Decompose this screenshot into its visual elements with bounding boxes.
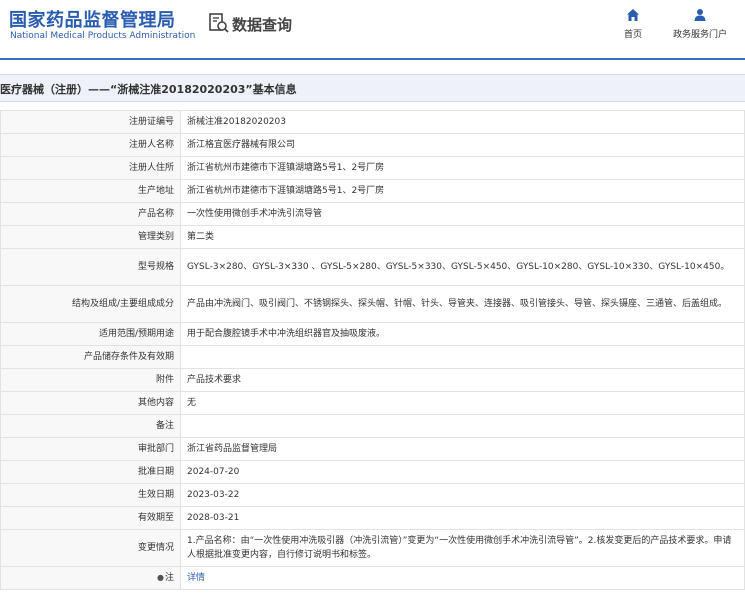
field-value: 第二类	[180, 225, 745, 249]
field-value: 产品由冲洗阀门、吸引阀门、不锈钢探头、探头帽、针帽、针头、导管夹、连接器、吸引管…	[180, 285, 745, 323]
field-value: 2024-07-20	[180, 460, 745, 484]
field-value: 浙江省药品监督管理局	[180, 437, 745, 461]
nav-service-portal-label: 政务服务门户	[672, 30, 727, 40]
search-document-icon	[208, 12, 230, 37]
field-label: 有效期至	[0, 506, 181, 530]
table-row: 生产地址 浙江省杭州市建德市下涯镇湖塘路5号1、2号厂房	[0, 179, 745, 203]
nav-home-label: 首页	[623, 30, 642, 40]
field-value: 浙江省杭州市建德市下涯镇湖塘路5号1、2号厂房	[180, 156, 745, 180]
record-title-bar: 医疗器械（注册）——“浙械注准20182020203”基本信息	[0, 74, 745, 102]
user-icon	[670, 8, 730, 22]
table-row: 变更情况 1.产品名称：由“一次性使用冲洗吸引器（冲洗引流管）”变更为“一次性使用…	[0, 529, 745, 567]
field-label: 批准日期	[0, 460, 181, 484]
field-label: 变更情况	[0, 529, 181, 567]
record-title: 医疗器械（注册）——“浙械注准20182020203”基本信息	[0, 83, 297, 96]
field-label: 适用范围/预期用途	[0, 322, 181, 346]
nav-home[interactable]: 首页	[603, 8, 663, 40]
field-value: 浙械注准20182020203	[180, 110, 745, 134]
table-row: 产品名称 一次性使用微创手术冲洗引流导管	[0, 202, 745, 226]
field-label: 附件	[0, 368, 181, 392]
table-row: 备注	[0, 414, 745, 438]
field-value: 浙江省杭州市建德市下涯镇湖塘路5号1、2号厂房	[180, 179, 745, 203]
table-row: 注册人名称 浙江格宜医疗器械有限公司	[0, 133, 745, 157]
record-detail-table: 注册证编号 浙械注准20182020203 注册人名称 浙江格宜医疗器械有限公司 注册人…	[0, 110, 745, 590]
field-value: 1.产品名称：由“一次性使用冲洗吸引器（冲洗引流管）”变更为“一次性使用微创手术…	[180, 529, 745, 567]
table-row: ●注 详情	[0, 566, 745, 590]
table-row: 适用范围/预期用途 用于配合腹腔镜手术中冲洗组织器官及抽吸废液。	[0, 322, 745, 346]
info-icon: ●	[157, 573, 164, 582]
table-row: 注册证编号 浙械注准20182020203	[0, 110, 745, 134]
table-row: 批准日期 2024-07-20	[0, 460, 745, 484]
nav-service-portal[interactable]: 政务服务门户	[670, 8, 730, 40]
field-value: 浙江格宜医疗器械有限公司	[180, 133, 745, 157]
table-row: 审批部门 浙江省药品监督管理局	[0, 437, 745, 461]
field-label: 备注	[0, 414, 181, 438]
field-value	[180, 414, 745, 438]
field-value: 用于配合腹腔镜手术中冲洗组织器官及抽吸废液。	[180, 322, 745, 346]
note-value-cell: 详情	[180, 566, 745, 590]
site-header: 国家药品监督管理局 National Medical Products Admi…	[0, 0, 745, 58]
field-label: 生产地址	[0, 179, 181, 203]
details-link[interactable]: 详情	[187, 573, 205, 583]
field-value: 一次性使用微创手术冲洗引流导管	[180, 202, 745, 226]
field-label: 产品储存条件及有效期	[0, 345, 181, 369]
field-label: 其他内容	[0, 391, 181, 415]
field-label: 产品名称	[0, 202, 181, 226]
note-label-cell: ●注	[0, 566, 181, 590]
field-label: 注册证编号	[0, 110, 181, 134]
table-row: 附件 产品技术要求	[0, 368, 745, 392]
table-row: 生效日期 2023-03-22	[0, 483, 745, 507]
field-label: 结构及组成/主要组成成分	[0, 285, 181, 323]
table-row: 其他内容无	[0, 391, 745, 415]
field-value	[180, 345, 745, 369]
field-label: 审批部门	[0, 437, 181, 461]
data-query-label: 数据查询	[232, 16, 293, 34]
field-value: 无	[180, 391, 745, 415]
table-row: 注册人住所 浙江省杭州市建德市下涯镇湖塘路5号1、2号厂房	[0, 156, 745, 180]
table-row: 结构及组成/主要组成成分 产品由冲洗阀门、吸引阀门、不锈钢探头、探头帽、针帽、针头…	[0, 285, 745, 323]
table-row: 有效期至 2028-03-21	[0, 506, 745, 530]
table-row: 管理类别 第二类	[0, 225, 745, 249]
site-logo-subtitle: National Medical Products Administration	[10, 31, 196, 41]
field-value: 2028-03-21	[180, 506, 745, 530]
table-row: 型号规格 GYSL-3×280、GYSL-3×330 、GYSL-5×280、GY…	[0, 248, 745, 286]
field-label: 注册人名称	[0, 133, 181, 157]
home-icon	[603, 8, 663, 22]
site-logo-title[interactable]: 国家药品监督管理局	[9, 6, 176, 32]
field-value: 2023-03-22	[180, 483, 745, 507]
field-value: GYSL-3×280、GYSL-3×330 、GYSL-5×280、GYSL-5…	[180, 248, 745, 286]
field-label: 生效日期	[0, 483, 181, 507]
field-label: 注册人住所	[0, 156, 181, 180]
header-divider	[0, 58, 745, 60]
field-value[interactable]: 产品技术要求	[180, 368, 745, 392]
field-label: 型号规格	[0, 248, 181, 286]
data-query-link[interactable]: 数据查询	[208, 12, 292, 37]
note-label: 注	[164, 573, 174, 583]
table-row: 产品储存条件及有效期	[0, 345, 745, 369]
field-label: 管理类别	[0, 225, 181, 249]
